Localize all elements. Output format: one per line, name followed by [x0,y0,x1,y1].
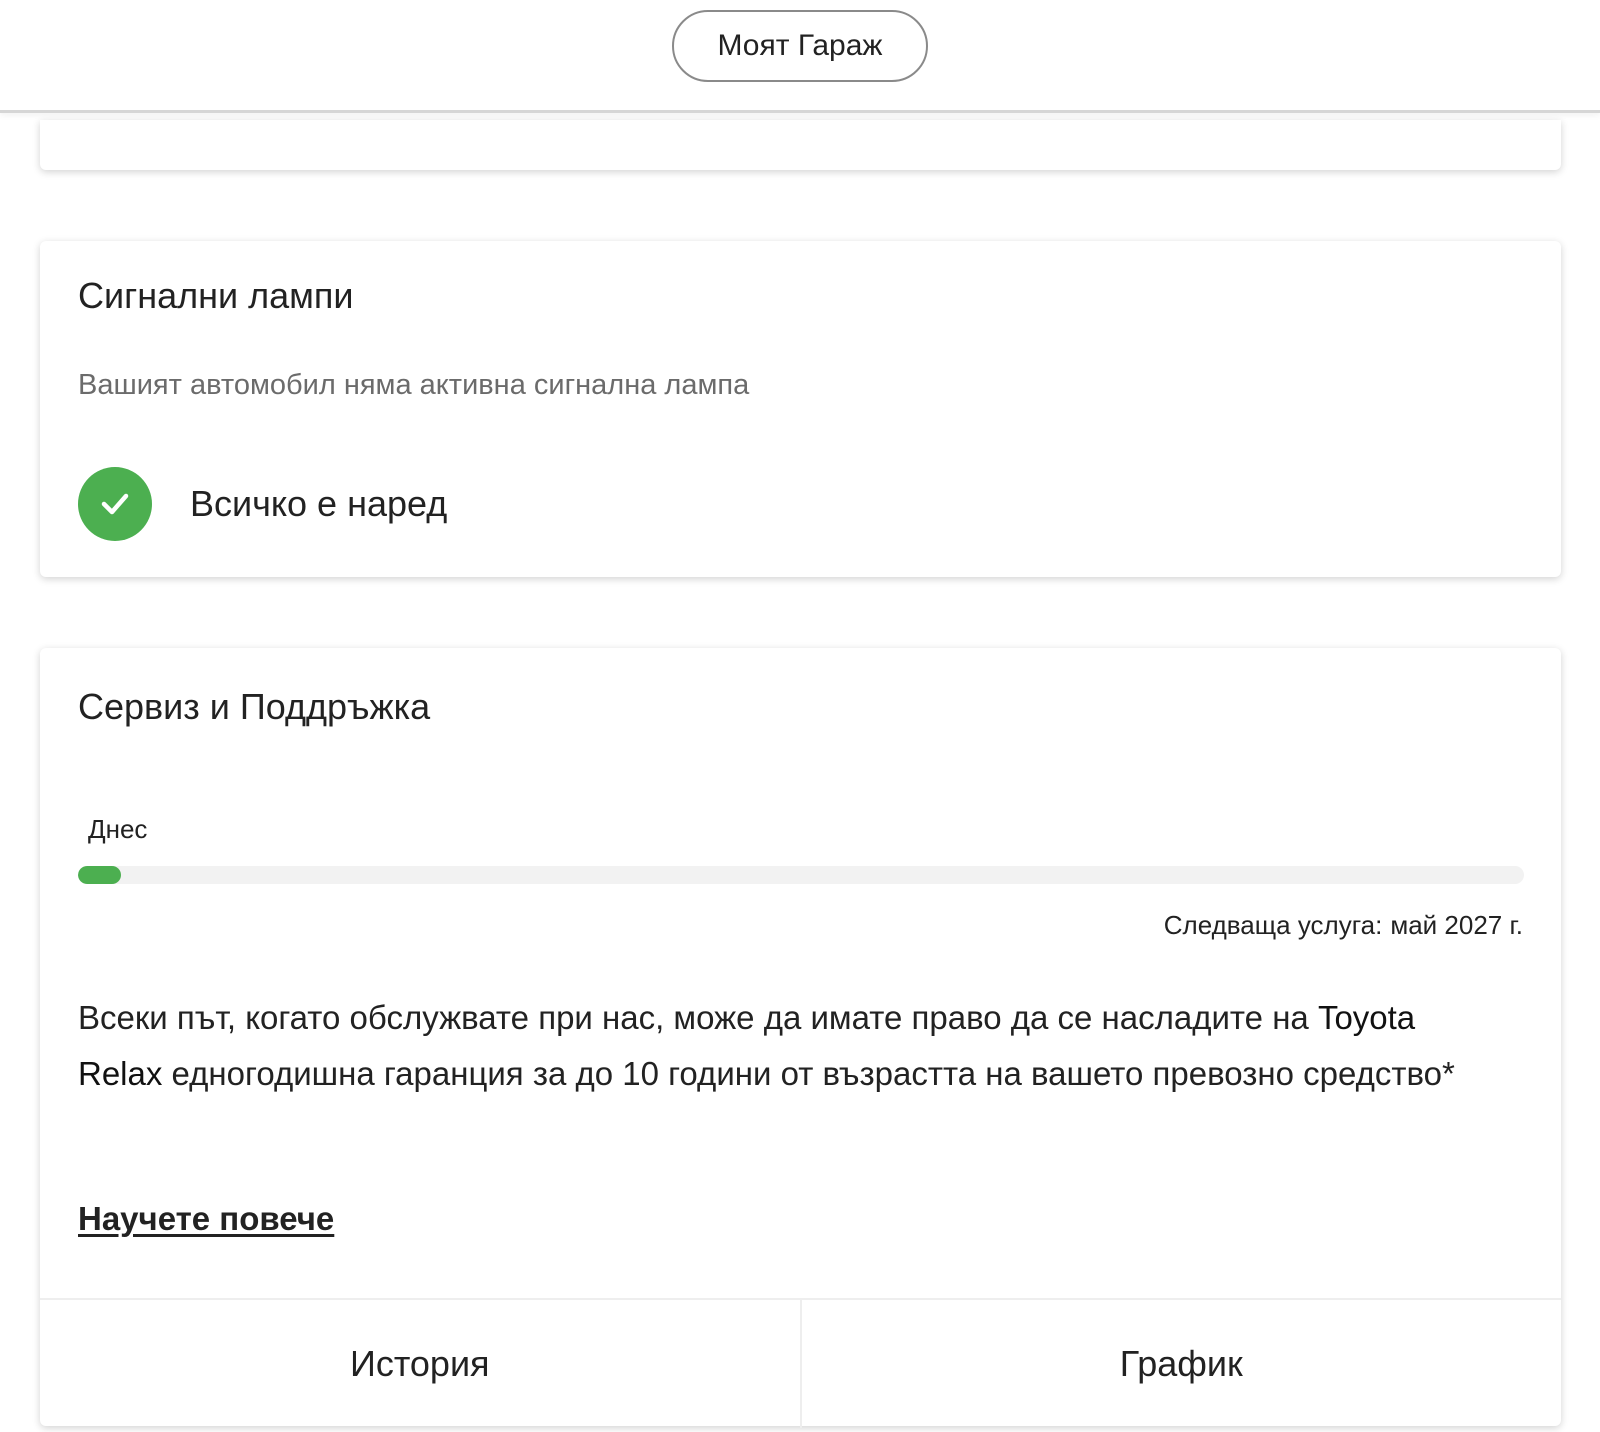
top-header: Моят Гараж [0,0,1600,113]
service-tabs: История График [40,1298,1561,1428]
today-label: Днес [88,814,148,844]
history-button[interactable]: История [40,1300,800,1428]
next-service-date: май 2027 г. [1390,910,1523,940]
warning-lamps-card: Сигнални лампи Вашият автомобил няма акт… [40,241,1561,577]
warning-lamps-subtitle: Вашият автомобил няма активна сигнална л… [78,369,750,401]
service-progress-bar [78,866,1524,884]
warning-lamps-title: Сигнални лампи [78,275,354,316]
relax-text-after: едногодишна гаранция за до 10 години от … [162,1055,1455,1092]
service-progress-fill [78,866,122,884]
my-garage-button[interactable]: Моят Гараж [672,10,928,82]
check-circle-icon [78,467,152,541]
service-card: Сервиз и Поддръжка Днес Следваща услуга:… [40,648,1561,1428]
page: Моят Гараж Сигнални лампи Вашият автомоб… [0,0,1600,1432]
next-service: Следваща услуга: май 2027 г. [1164,910,1523,941]
next-service-label: Следваща услуга: [1163,910,1383,940]
service-title: Сервиз и Поддръжка [78,686,431,727]
schedule-button[interactable]: График [799,1300,1562,1428]
relax-description: Всеки път, когато обслужвате при нас, мо… [78,990,1498,1102]
status-text: Всичко е наред [190,483,448,524]
status-row: Всичко е наред [78,467,447,541]
previous-card [40,120,1561,170]
checkmark-icon [101,493,129,515]
learn-more-link[interactable]: Научете повече [78,1200,334,1238]
relax-text-before: Всеки път, когато обслужвате при нас, мо… [78,999,1318,1036]
